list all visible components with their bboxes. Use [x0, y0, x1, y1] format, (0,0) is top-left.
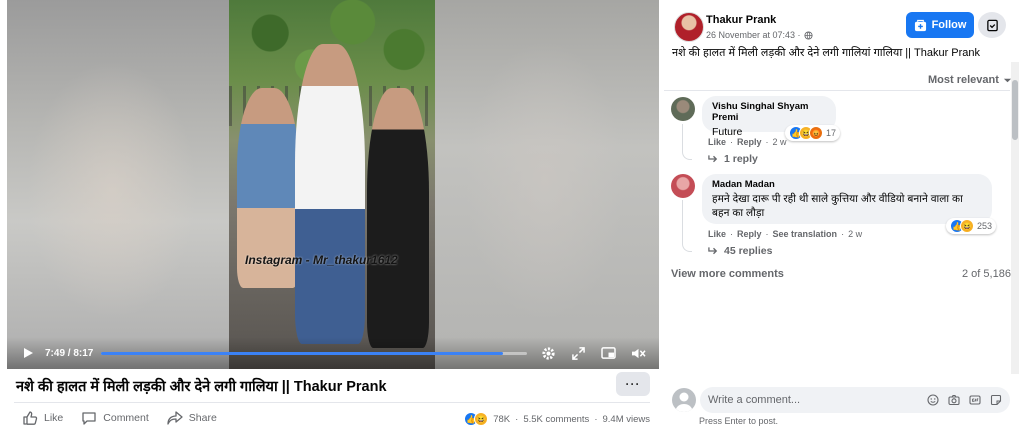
separator-dot: ·	[841, 229, 845, 239]
view-more-comments-link[interactable]: View more comments	[671, 268, 784, 280]
replies-label: 1 reply	[724, 153, 758, 165]
post-timestamp: 26 November at 07:43 ·	[706, 30, 813, 40]
like-label: Like	[44, 412, 64, 424]
haha-reaction-icon: 😆	[960, 219, 974, 233]
separator-dot: ·	[765, 137, 769, 147]
comment-bubble: Madan Madan हमने देखा दारू पी रही थी साल…	[702, 174, 992, 224]
comment-input[interactable]: Write a comment...	[700, 387, 1010, 413]
commenter-name[interactable]: Madan Madan	[712, 179, 982, 190]
video-progress-bar[interactable]	[101, 351, 527, 355]
comment-time[interactable]: 2 w	[773, 137, 787, 147]
comment-input-placeholder: Write a comment...	[708, 394, 801, 406]
comment-button[interactable]: Comment	[81, 410, 149, 426]
comment-count[interactable]: 5.5K comments	[523, 414, 589, 425]
share-button[interactable]: Share	[167, 410, 217, 426]
see-translation-link[interactable]: See translation	[773, 229, 838, 239]
author-avatar[interactable]	[674, 12, 704, 42]
view-replies-button[interactable]: 1 reply	[708, 153, 758, 165]
video-blur-background-right	[435, 0, 659, 369]
video-time: 7:49 / 8:17	[45, 347, 94, 359]
picture-in-picture-icon[interactable]	[597, 342, 619, 364]
follow-page-icon	[914, 19, 926, 31]
settings-gear-icon[interactable]	[537, 342, 559, 364]
comment-reaction-count: 17	[826, 128, 837, 138]
commenter-avatar[interactable]	[671, 97, 695, 121]
video-controls: 7:49 / 8:17	[7, 337, 659, 369]
sticker-icon[interactable]	[989, 394, 1002, 407]
reaction-icons[interactable]: 👍 😆	[464, 412, 489, 426]
view-replies-button[interactable]: 45 replies	[708, 245, 772, 257]
author-name[interactable]: Thakur Prank	[706, 14, 776, 26]
video-watermark: Instagram - Mr_thakur1612	[245, 253, 398, 267]
play-icon[interactable]	[17, 342, 39, 364]
share-label: Share	[188, 412, 217, 424]
comment-reactions[interactable]: 👍 😆 253	[946, 218, 997, 234]
separator-dot: ·	[765, 229, 769, 239]
view-count: 9.4M views	[602, 413, 650, 425]
commenter-avatar[interactable]	[671, 174, 695, 198]
comment-actions: Like · Reply · See translation · 2 w	[708, 229, 862, 239]
haha-reaction-icon: 😆	[474, 412, 489, 426]
composer-hint: Press Enter to post.	[699, 416, 779, 426]
reply-arrow-icon	[708, 155, 718, 163]
comment-reactions[interactable]: 👍 😆 😡 17	[785, 125, 841, 141]
follow-button[interactable]: Follow	[906, 12, 974, 38]
video-person-center	[295, 44, 365, 344]
like-button[interactable]: Like	[22, 410, 63, 426]
post-caption: नशे की हालत में मिली लड़की और देने लगी ग…	[672, 47, 981, 59]
save-button[interactable]	[978, 12, 1006, 38]
divider	[664, 90, 1010, 91]
post-stats: 👍 😆 78K · 5.5K comments · 9.4M views	[464, 412, 650, 426]
comment-bubble-icon	[82, 412, 96, 425]
separator-dot: ·	[730, 137, 734, 147]
angry-reaction-icon: 😡	[809, 126, 823, 140]
reply-arrow-icon	[708, 247, 718, 255]
commenter-name[interactable]: Vishu Singhal Shyam Premi	[712, 101, 826, 123]
more-options-button[interactable]: ···	[616, 372, 650, 396]
volume-muted-icon[interactable]	[627, 342, 649, 364]
globe-icon	[804, 30, 813, 40]
comment-label: Comment	[103, 412, 149, 424]
follow-label: Follow	[931, 19, 967, 31]
comment-text: हमने देखा दारू पी रही थी साले कुत्तिया औ…	[712, 193, 963, 219]
post-actions: Like Comment Share	[22, 410, 217, 426]
expand-icon[interactable]	[567, 342, 589, 364]
comment-time[interactable]: 2 w	[848, 229, 862, 239]
video-progress-fill	[101, 351, 503, 355]
emoji-icon[interactable]	[926, 394, 939, 407]
post-sidebar: Thakur Prank 26 November at 07:43 · Foll…	[664, 0, 1024, 440]
comment-actions: Like · Reply · 2 w	[708, 137, 787, 147]
gif-icon[interactable]	[968, 394, 981, 407]
share-arrow-icon	[167, 411, 183, 425]
divider	[14, 402, 650, 403]
video-frame[interactable]: Instagram - Mr_thakur1612	[229, 0, 435, 369]
thumbs-up-icon	[23, 411, 38, 425]
default-user-icon	[675, 392, 693, 412]
reply-thread-line	[682, 124, 692, 160]
comment-reply-link[interactable]: Reply	[737, 229, 762, 239]
video-person-right	[367, 88, 429, 348]
separator-dot: ·	[594, 413, 598, 425]
reaction-count[interactable]: 78K	[493, 414, 510, 425]
comment-like-link[interactable]: Like	[708, 137, 726, 147]
scrollbar-thumb[interactable]	[1012, 80, 1018, 140]
sort-label: Most relevant	[928, 74, 999, 86]
video-blur-background-left	[7, 0, 229, 369]
camera-icon[interactable]	[947, 394, 960, 407]
comment-position-count: 2 of 5,186	[962, 268, 1011, 280]
video-title: नशे की हालत में मिली लड़की और देने लगी ग…	[16, 379, 387, 395]
post-date[interactable]: 26 November at 07:43 ·	[706, 30, 801, 40]
separator-dot: ·	[730, 229, 734, 239]
replies-label: 45 replies	[724, 245, 773, 257]
reply-thread-line	[682, 200, 692, 252]
comment-like-link[interactable]: Like	[708, 229, 726, 239]
comment-reply-link[interactable]: Reply	[737, 137, 762, 147]
user-avatar[interactable]	[672, 388, 696, 412]
scrollbar[interactable]	[1011, 62, 1019, 374]
comment-reaction-count: 253	[977, 221, 993, 231]
save-icon	[986, 19, 998, 31]
comment-sort-dropdown[interactable]: Most relevant	[928, 74, 1012, 86]
separator-dot: ·	[515, 413, 519, 425]
video-player[interactable]: Instagram - Mr_thakur1612	[7, 0, 659, 369]
